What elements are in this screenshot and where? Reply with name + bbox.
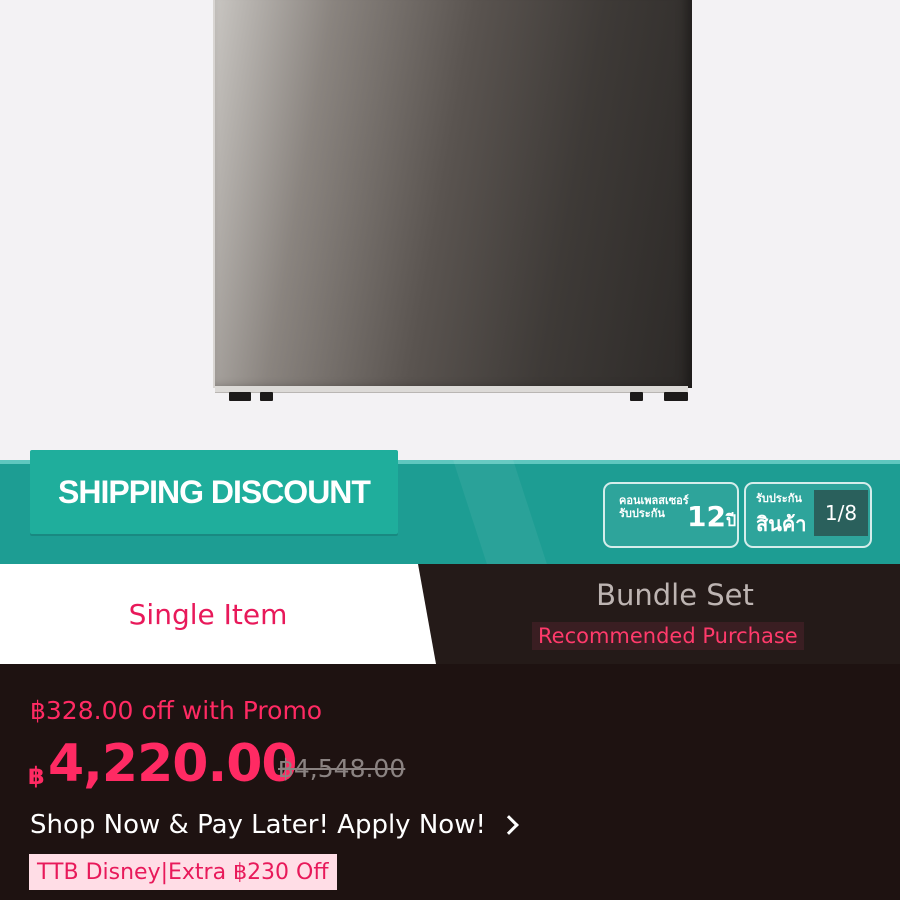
shipping-discount-badge: SHIPPING DISCOUNT bbox=[30, 450, 398, 534]
compressor-warranty-badge: คอนเพลสเซอร์ รับประกัน 12ปี bbox=[603, 482, 739, 548]
pay-later-link[interactable]: Shop Now & Pay Later! Apply Now! bbox=[30, 810, 519, 840]
refrigerator-foot bbox=[260, 392, 273, 401]
price-section: ฿328.00 off with Promo ฿ 4,220.00 ฿4,548… bbox=[0, 664, 900, 900]
coupon-text: TTB Disney|Extra ฿230 Off bbox=[37, 859, 329, 885]
warranty-years: 12ปี bbox=[687, 500, 737, 533]
original-price: ฿4,548.00 bbox=[278, 754, 406, 783]
coupon-badge[interactable]: TTB Disney|Extra ฿230 Off bbox=[29, 854, 337, 890]
tab-single-item-label: Single Item bbox=[128, 597, 288, 631]
warranty-badge-caption: รับประกัน bbox=[756, 492, 802, 505]
refrigerator-image bbox=[213, 0, 692, 388]
warranty-badge-title: สินค้า bbox=[756, 512, 807, 536]
refrigerator-foot bbox=[664, 392, 688, 401]
tab-single-item[interactable]: Single Item bbox=[0, 564, 436, 664]
tab-bundle-set[interactable]: Bundle Set Recommended Purchase bbox=[436, 564, 900, 664]
refrigerator-foot bbox=[229, 392, 251, 401]
recommended-purchase-label: Recommended Purchase bbox=[532, 622, 804, 650]
currency-symbol: ฿ bbox=[28, 762, 45, 790]
refrigerator-base bbox=[215, 386, 688, 393]
banner-stripe bbox=[453, 460, 547, 564]
product-image[interactable] bbox=[0, 0, 900, 460]
purchase-option-tabs: Single Item Bundle Set Recommended Purch… bbox=[0, 564, 900, 664]
refrigerator-foot bbox=[630, 392, 643, 401]
chevron-right-icon bbox=[498, 815, 519, 835]
warranty-badge-caption: คอนเพลสเซอร์ รับประกัน bbox=[619, 494, 689, 520]
promo-discount-text: ฿328.00 off with Promo bbox=[30, 696, 323, 725]
current-price: 4,220.00 bbox=[48, 734, 298, 794]
shipping-discount-label: SHIPPING DISCOUNT bbox=[58, 473, 371, 510]
tab-bundle-set-label: Bundle Set bbox=[596, 578, 754, 612]
pay-later-text: Shop Now & Pay Later! Apply Now! bbox=[30, 810, 486, 840]
image-page-counter: 1/8 bbox=[814, 490, 868, 536]
